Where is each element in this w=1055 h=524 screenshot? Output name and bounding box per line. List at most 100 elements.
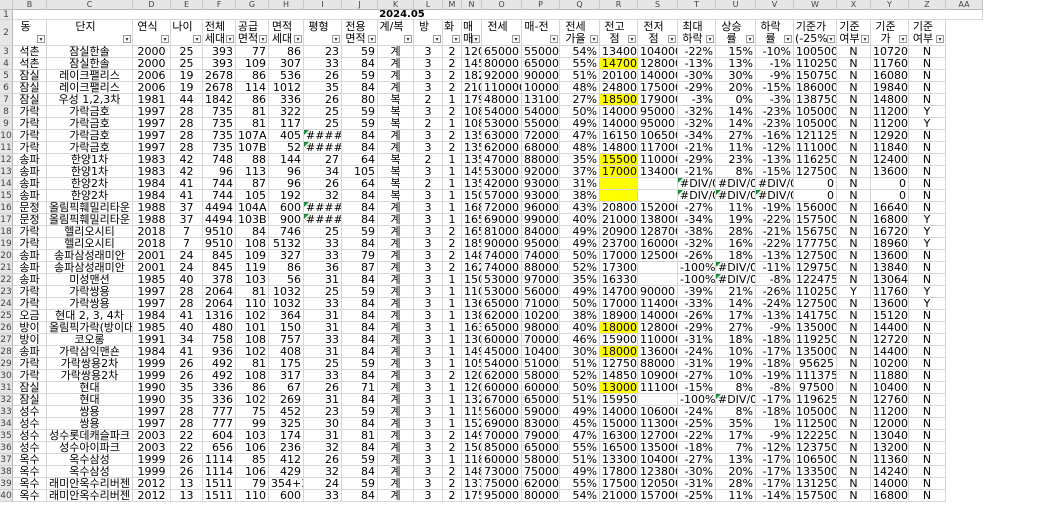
- table-cell[interactable]: N: [909, 478, 946, 490]
- table-cell[interactable]: 71: [342, 382, 378, 394]
- table-cell[interactable]: N: [909, 310, 946, 322]
- table-cell[interactable]: 104000: [638, 46, 678, 58]
- table-cell[interactable]: 33: [304, 298, 342, 310]
- table-cell[interactable]: 3: [414, 454, 443, 466]
- column-letter-header[interactable]: V: [756, 0, 794, 10]
- column-letter-header[interactable]: D: [133, 0, 171, 10]
- table-cell[interactable]: 30%: [560, 346, 600, 358]
- table-cell[interactable]: [600, 178, 638, 190]
- table-cell[interactable]: 160000: [638, 238, 678, 250]
- table-cell[interactable]: 102000: [522, 310, 560, 322]
- table-cell[interactable]: 86: [269, 262, 304, 274]
- table-cell[interactable]: 옥수: [13, 454, 47, 466]
- table-cell[interactable]: 150000: [462, 190, 482, 202]
- table-cell[interactable]: 117000: [638, 142, 678, 154]
- table-cell[interactable]: 오금: [13, 310, 47, 322]
- table-cell[interactable]: 354+37+4: [269, 478, 304, 490]
- table-cell[interactable]: 180000: [600, 322, 638, 334]
- table-cell[interactable]: 185000: [600, 94, 638, 106]
- table-cell[interactable]: 88: [236, 154, 269, 166]
- table-cell[interactable]: 111000: [638, 382, 678, 394]
- table-cell[interactable]: 2012: [133, 490, 171, 502]
- filter-dropdown-icon[interactable]: ▾: [259, 35, 267, 43]
- row-number[interactable]: 7: [0, 94, 13, 106]
- table-cell[interactable]: 송파: [13, 178, 47, 190]
- table-cell[interactable]: 25: [304, 358, 342, 370]
- filter-dropdown-icon[interactable]: ▾: [861, 35, 869, 43]
- table-cell[interactable]: 115000: [462, 406, 482, 418]
- table-cell[interactable]: 20%: [716, 82, 756, 94]
- table-cell[interactable]: 178000: [600, 466, 638, 478]
- table-cell[interactable]: 1999: [133, 358, 171, 370]
- table-cell[interactable]: 2: [443, 490, 462, 502]
- column-letter-header[interactable]: Q: [560, 0, 600, 10]
- table-cell[interactable]: 145000: [462, 58, 482, 70]
- table-cell[interactable]: 송파: [13, 262, 47, 274]
- table-cell[interactable]: 방이: [13, 334, 47, 346]
- row-number[interactable]: 9: [0, 118, 13, 130]
- table-cell[interactable]: 59: [342, 70, 378, 82]
- table-cell[interactable]: 141750: [794, 310, 837, 322]
- table-cell[interactable]: 22: [171, 430, 203, 442]
- table-cell[interactable]: 2: [414, 118, 443, 130]
- table-cell[interactable]: 492: [203, 358, 236, 370]
- table-cell[interactable]: 84: [342, 334, 378, 346]
- table-cell[interactable]: 152000: [638, 202, 678, 214]
- table-cell[interactable]: 86: [236, 382, 269, 394]
- filter-dropdown-icon[interactable]: ▾: [404, 35, 412, 43]
- table-cell[interactable]: 가락: [13, 370, 47, 382]
- table-cell[interactable]: 1: [443, 286, 462, 298]
- table-cell[interactable]: 1997: [133, 118, 171, 130]
- table-cell[interactable]: 2: [443, 142, 462, 154]
- table-cell[interactable]: -24%: [756, 298, 794, 310]
- table-cell[interactable]: 송파: [13, 346, 47, 358]
- table-cell[interactable]: 코오롱: [47, 334, 133, 346]
- table-cell[interactable]: 84: [342, 298, 378, 310]
- table-cell[interactable]: N: [909, 142, 946, 154]
- table-cell[interactable]: 87: [342, 262, 378, 274]
- table-cell[interactable]: 72000: [522, 130, 560, 142]
- table-cell[interactable]: 25: [304, 118, 342, 130]
- table-cell[interactable]: 3: [414, 334, 443, 346]
- table-cell[interactable]: 65000: [522, 58, 560, 70]
- table-cell[interactable]: 124000: [871, 154, 909, 166]
- table-cell[interactable]: 1997: [133, 418, 171, 430]
- table-cell[interactable]: 88000: [522, 262, 560, 274]
- table-cell[interactable]: 93000: [522, 190, 560, 202]
- table-cell[interactable]: -29%: [678, 322, 716, 334]
- table-cell[interactable]: 189000: [600, 310, 638, 322]
- table-cell[interactable]: [638, 262, 678, 274]
- table-cell[interactable]: 936: [203, 346, 236, 358]
- table-cell[interactable]: -11%: [756, 262, 794, 274]
- table-cell[interactable]: 108: [236, 334, 269, 346]
- table-cell[interactable]: 67: [269, 382, 304, 394]
- table-cell[interactable]: 119: [236, 262, 269, 274]
- table-cell[interactable]: 48000: [482, 94, 522, 106]
- row-number[interactable]: 27: [0, 334, 13, 346]
- table-cell[interactable]: 18%: [716, 334, 756, 346]
- table-cell[interactable]: 28%: [716, 478, 756, 490]
- table-cell[interactable]: 계: [378, 358, 414, 370]
- table-cell[interactable]: N: [909, 250, 946, 262]
- table-cell[interactable]: 53000: [482, 118, 522, 130]
- table-cell[interactable]: 석촌: [13, 58, 47, 70]
- table-cell[interactable]: 127500: [794, 250, 837, 262]
- table-cell[interactable]: 117: [269, 118, 304, 130]
- table-cell[interactable]: -100%: [678, 262, 716, 274]
- table-cell[interactable]: 93000: [522, 178, 560, 190]
- table-cell[interactable]: 30: [304, 418, 342, 430]
- table-cell[interactable]: 22: [171, 442, 203, 454]
- table-cell[interactable]: 3: [414, 370, 443, 382]
- table-cell[interactable]: N: [909, 166, 946, 178]
- table-cell[interactable]: 138400: [871, 262, 909, 274]
- table-cell[interactable]: 1985: [133, 274, 171, 286]
- table-cell[interactable]: 35%: [560, 154, 600, 166]
- table-cell[interactable]: 144: [269, 154, 304, 166]
- table-cell[interactable]: 90000: [522, 70, 560, 82]
- table-cell[interactable]: 118800: [871, 370, 909, 382]
- table-cell[interactable]: 0: [794, 190, 837, 202]
- table-cell[interactable]: 134000: [600, 46, 638, 58]
- table-cell[interactable]: N: [909, 382, 946, 394]
- table-cell[interactable]: 56000: [522, 286, 560, 298]
- table-cell[interactable]: 31: [304, 346, 342, 358]
